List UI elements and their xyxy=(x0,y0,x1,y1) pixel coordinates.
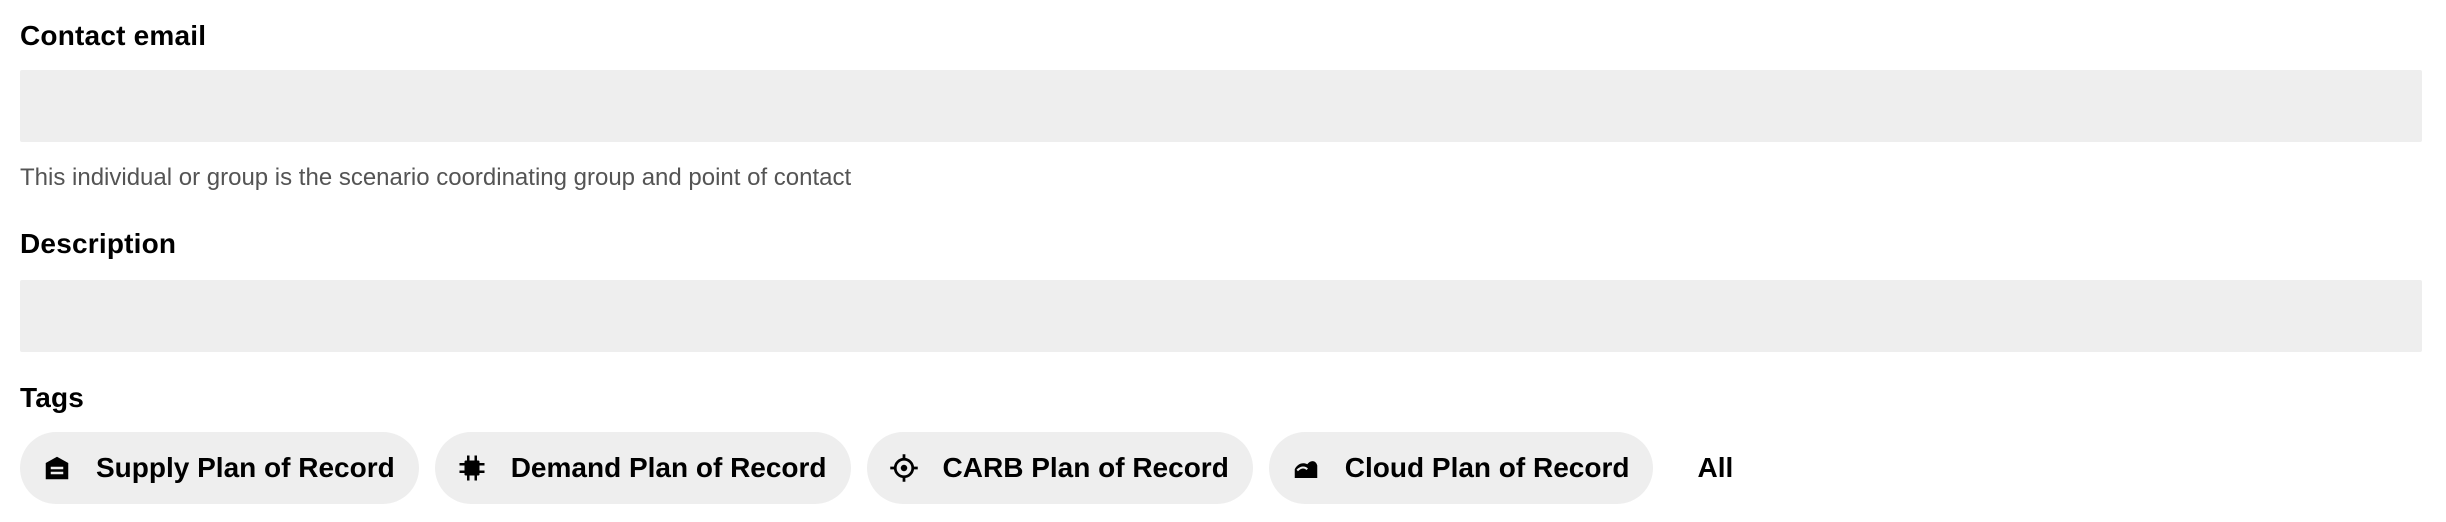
all-tags-link[interactable]: All xyxy=(1697,452,1733,484)
tag-cloud-plan-of-record[interactable]: Cloud Plan of Record xyxy=(1268,432,1654,504)
chip-icon xyxy=(455,451,489,485)
tag-supply-plan-of-record[interactable]: Supply Plan of Record xyxy=(20,432,419,504)
cloud-icon xyxy=(1289,451,1323,485)
contact-email-input[interactable] xyxy=(20,70,2422,142)
tag-label: CARB Plan of Record xyxy=(942,452,1229,483)
contact-email-helper-text: This individual or group is the scenario… xyxy=(20,164,852,191)
tag-label: Demand Plan of Record xyxy=(510,452,827,483)
description-label: Description xyxy=(20,228,177,259)
tag-label: Cloud Plan of Record xyxy=(1344,452,1630,483)
crosshair-icon xyxy=(887,451,921,485)
tags-label: Tags xyxy=(20,382,85,413)
description-input[interactable] xyxy=(20,280,2422,352)
tags-list: Supply Plan of Record Demand Plan of Rec… xyxy=(20,432,1733,504)
contact-email-label: Contact email xyxy=(20,20,207,51)
tag-label: Supply Plan of Record xyxy=(96,452,395,483)
tag-carb-plan-of-record[interactable]: CARB Plan of Record xyxy=(866,432,1253,504)
warehouse-icon xyxy=(40,451,74,485)
tag-demand-plan-of-record[interactable]: Demand Plan of Record xyxy=(434,432,851,504)
